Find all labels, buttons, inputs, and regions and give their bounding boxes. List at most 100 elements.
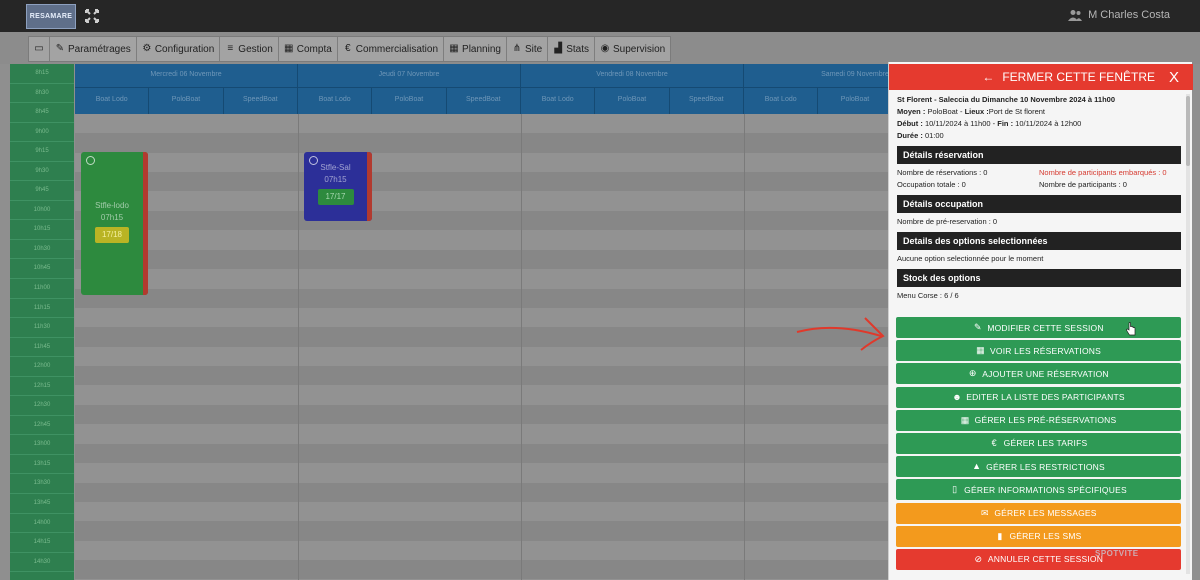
user-menu[interactable]: M Charles Costa bbox=[1068, 9, 1170, 21]
nav-item-label: Supervision bbox=[612, 43, 666, 55]
nav-item-gestion[interactable]: ≡ Gestion bbox=[220, 37, 279, 61]
ajouter-une-reservation-button[interactable]: ⊕ AJOUTER UNE RÉSERVATION bbox=[896, 363, 1181, 385]
grid-row bbox=[75, 521, 890, 541]
session-details: St Florent - Saleccia du Dimanche 10 Nov… bbox=[897, 94, 1181, 302]
grid-row bbox=[75, 172, 890, 192]
grid-row bbox=[75, 366, 890, 386]
time-slot: 10h15 bbox=[10, 220, 74, 240]
panel-scroll-thumb[interactable] bbox=[1186, 96, 1190, 166]
grid-row bbox=[75, 114, 890, 133]
time-slot: 13h00 bbox=[10, 435, 74, 455]
time-slot: 14h15 bbox=[10, 533, 74, 553]
nav-item-configuration[interactable]: ⚙ Configuration bbox=[137, 37, 221, 61]
panel-scrollbar[interactable] bbox=[1186, 94, 1190, 574]
session-title: St Florent - Saleccia du Dimanche 10 Nov… bbox=[897, 95, 1116, 104]
hand-cursor-icon bbox=[1126, 322, 1136, 336]
modifier-cette-session-button[interactable]: ✎ MODIFIER CETTE SESSION bbox=[896, 317, 1181, 338]
session-name: Stfle-lodo bbox=[95, 201, 129, 210]
plus-circle-icon: ⊕ bbox=[968, 368, 977, 379]
gerer-les-messages-button[interactable]: ✉ GÉRER LES MESSAGES bbox=[896, 502, 1181, 524]
grid-row bbox=[75, 424, 890, 443]
resource-header: PoloBoat bbox=[595, 88, 670, 114]
resource-header: SpeedBoat bbox=[688, 96, 724, 103]
nav-item-label: Gestion bbox=[238, 43, 273, 55]
resource-header: PoloBoat bbox=[149, 88, 224, 114]
grid-row bbox=[75, 502, 890, 521]
nav-item-site[interactable]: ⋔ Site bbox=[507, 37, 549, 61]
nav-item-label: Stats bbox=[566, 43, 589, 55]
day-title: Vendredi 08 Novembre bbox=[521, 64, 743, 88]
nav-item-supervision[interactable]: ◉ Supervision bbox=[595, 37, 670, 61]
total-occupation: Occupation totale : 0 bbox=[897, 180, 966, 189]
nav-item-compta[interactable]: ▦ Compta bbox=[279, 37, 338, 61]
time-slot: 10h45 bbox=[10, 259, 74, 280]
users-icon bbox=[1068, 10, 1083, 21]
gerer-les-sms-button[interactable]: ▮ GÉRER LES SMS bbox=[896, 525, 1181, 547]
nav-item-stats[interactable]: ▟ Stats bbox=[548, 37, 595, 61]
grid-row bbox=[75, 560, 890, 580]
app-logo[interactable]: RESAMARE bbox=[26, 4, 76, 29]
voir-les-reservations-button[interactable]: ▦ VOIR LES RÉSERVATIONS bbox=[896, 340, 1181, 362]
time-slot: 9h00 bbox=[10, 123, 74, 143]
gears-icon: ⚙ bbox=[142, 43, 152, 54]
ban-icon: ⊘ bbox=[974, 553, 983, 564]
grid-row bbox=[75, 482, 890, 502]
nav-item-paramétrages[interactable]: ✎ Paramétrages bbox=[50, 37, 137, 61]
close-icon[interactable]: X bbox=[1169, 69, 1179, 86]
session-capacity: 17/17 bbox=[317, 189, 354, 205]
nav-item-label: Paramétrages bbox=[68, 43, 131, 55]
session-time: 07h15 bbox=[324, 175, 347, 184]
session-block[interactable]: Stfle-lodo 07h15 17/18 bbox=[81, 152, 148, 295]
close-panel-button[interactable]: ← FERMER CETTE FENÊTRE X bbox=[889, 64, 1193, 90]
grid-row bbox=[75, 308, 890, 327]
gerer-informations-specifiques-button[interactable]: ▯ GÉRER INFORMATIONS SPÉCIFIQUES bbox=[896, 479, 1181, 501]
session-panel: ← FERMER CETTE FENÊTRE X St Florent - Sa… bbox=[888, 62, 1193, 580]
grid-row bbox=[75, 443, 890, 463]
power-icon bbox=[309, 156, 318, 165]
gerer-les-pre-reservations-button[interactable]: ▦ GÉRER LES PRÉ-RÉSERVATIONS bbox=[896, 409, 1181, 431]
nav-item-label: Configuration bbox=[154, 43, 215, 55]
time-slot: 11h45 bbox=[10, 338, 74, 358]
day-divider bbox=[744, 114, 745, 580]
session-actions: ✎ MODIFIER CETTE SESSION ▦ VOIR LES RÉSERVA… bbox=[896, 317, 1181, 572]
gerer-les-tarifs-button[interactable]: € GÉRER LES TARIFS bbox=[896, 432, 1181, 454]
time-slot: 14h30 bbox=[10, 553, 74, 573]
list-icon: ≡ bbox=[227, 43, 234, 54]
gerer-les-restrictions-button[interactable]: ▲ GÉRER LES RESTRICTIONS bbox=[896, 456, 1181, 478]
action-label: GÉRER INFORMATIONS SPÉCIFIQUES bbox=[964, 484, 1127, 495]
action-label: ANNULER CETTE SESSION bbox=[987, 554, 1104, 565]
reservation-stats: Nombre de réservations : 0 Occupation to… bbox=[897, 167, 1181, 191]
grid-row bbox=[75, 327, 890, 347]
time-slot: 11h15 bbox=[10, 299, 74, 319]
watermark: SPOTVITE bbox=[1095, 549, 1139, 558]
day-divider bbox=[521, 114, 522, 580]
day-title: Jeudi 07 Novembre bbox=[298, 64, 520, 88]
time-column: 8h15 8h30 8h45 9h00 9h15 9h30 9h45 10h00 10h15 10… bbox=[10, 64, 74, 580]
pre-reservation-count: Nombre de pré-reservation : 0 bbox=[897, 217, 998, 226]
time-slot: 12h15 bbox=[10, 377, 74, 397]
nav-item-label: Site bbox=[524, 43, 543, 55]
editer-la-liste-des-participants-button[interactable]: ☻ EDITER LA LISTE DES PARTICIPANTS bbox=[896, 386, 1181, 408]
time-slot: 9h15 bbox=[10, 142, 74, 162]
selected-options-heading: Details des options selectionnées bbox=[897, 232, 1181, 250]
grid-row bbox=[75, 386, 890, 405]
euro-icon: € bbox=[345, 43, 351, 54]
session-status-strip bbox=[143, 152, 148, 295]
nav-item-label: Planning bbox=[462, 43, 501, 55]
resource-header: SpeedBoat bbox=[242, 96, 278, 103]
session-block[interactable]: Stfle-Sal 07h15 17/17 bbox=[304, 152, 372, 221]
resource-header: Boat Lodo bbox=[744, 88, 819, 114]
nav-item-dashboard[interactable]: ▭ bbox=[29, 37, 50, 61]
action-label: GÉRER LES TARIFS bbox=[1003, 438, 1088, 449]
day-divider bbox=[298, 114, 299, 580]
euro-icon: € bbox=[991, 437, 997, 448]
nav-item-commercialisation[interactable]: € Commercialisation bbox=[338, 37, 445, 61]
participants-count: Nombre de participants : 0 bbox=[1039, 180, 1127, 189]
day-resources: Boat Lodo PoloBoat SpeedBoat bbox=[75, 88, 297, 114]
time-slot: 9h45 bbox=[10, 181, 74, 201]
action-label: VOIR LES RÉSERVATIONS bbox=[990, 345, 1101, 356]
fullscreen-icon[interactable] bbox=[84, 8, 100, 24]
nav-item-planning[interactable]: ▦ Planning bbox=[444, 37, 507, 61]
edit-icon: ✎ bbox=[973, 322, 982, 332]
action-label: GÉRER LES RESTRICTIONS bbox=[986, 461, 1105, 472]
